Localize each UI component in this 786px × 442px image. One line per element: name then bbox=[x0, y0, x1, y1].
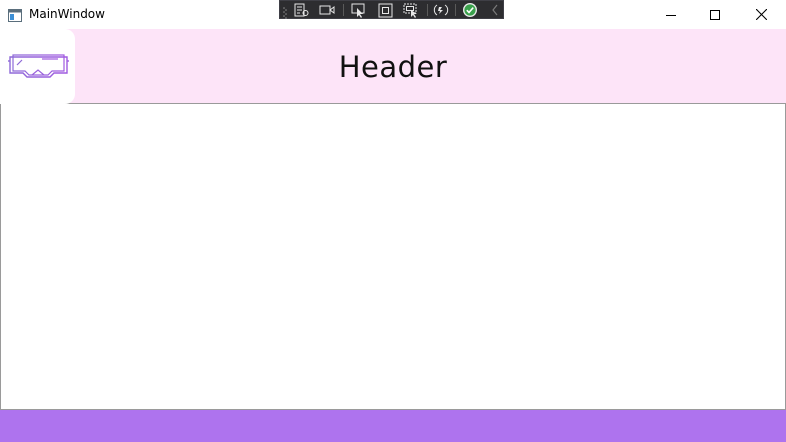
debug-toolbar bbox=[279, 0, 504, 19]
close-icon bbox=[755, 9, 767, 20]
header-title: Header bbox=[338, 50, 448, 84]
header-bar: Header bbox=[0, 29, 786, 104]
window-title: MainWindow bbox=[29, 7, 105, 21]
hot-reload-icon[interactable] bbox=[432, 2, 450, 18]
main-window: MainWindow Header bbox=[0, 0, 786, 442]
toolbar-grip-icon[interactable] bbox=[283, 4, 287, 19]
footer-bar bbox=[0, 410, 786, 442]
record-icon[interactable] bbox=[318, 2, 336, 18]
live-visual-tree-icon[interactable] bbox=[292, 2, 310, 18]
toolbar-separator bbox=[343, 4, 344, 16]
toolbar-separator bbox=[427, 4, 428, 16]
maximize-button[interactable] bbox=[692, 0, 738, 29]
binding-ok-icon[interactable] bbox=[461, 2, 479, 18]
collapse-toolbar-icon[interactable] bbox=[486, 2, 504, 18]
toolbar-separator bbox=[455, 4, 456, 16]
minimize-button[interactable] bbox=[648, 0, 694, 29]
select-element-icon[interactable] bbox=[350, 2, 368, 18]
minimize-icon bbox=[666, 10, 676, 20]
main-content-area bbox=[0, 104, 786, 410]
window-app-icon bbox=[8, 7, 22, 22]
close-button[interactable] bbox=[738, 0, 784, 29]
display-layout-adorners-icon[interactable] bbox=[376, 2, 394, 18]
track-focus-icon[interactable] bbox=[402, 2, 420, 18]
maximize-icon bbox=[710, 9, 720, 20]
